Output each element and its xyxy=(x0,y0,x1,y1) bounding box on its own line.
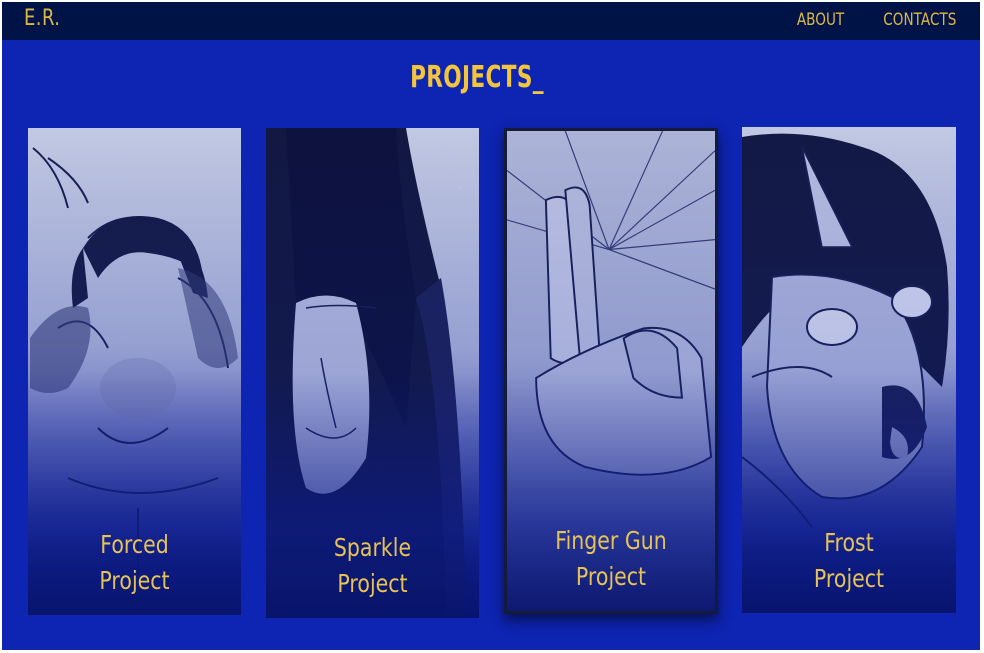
project-title-sparkle: Sparkle Project xyxy=(333,533,412,598)
nav-link-about[interactable]: ABOUT xyxy=(797,10,844,30)
nav-menu: ABOUT CONTACTS xyxy=(785,10,956,30)
nav-link-contacts[interactable]: CONTACTS xyxy=(883,10,956,30)
project-card-frost[interactable]: Frost Project xyxy=(742,127,956,613)
project-card-sparkle[interactable]: Sparkle Project xyxy=(266,128,479,618)
top-navigation-bar: E.R. ABOUT CONTACTS xyxy=(2,2,980,40)
project-title-forced: Forced Project xyxy=(99,530,170,595)
project-title-frost: Frost Project xyxy=(813,528,885,593)
site-logo[interactable]: E.R. xyxy=(24,6,60,31)
project-title-finger-gun: Finger Gun Project xyxy=(555,526,667,591)
page-title: PROJECTS_ xyxy=(410,60,544,95)
project-card-finger-gun[interactable]: Finger Gun Project xyxy=(504,128,718,614)
page-frame: E.R. ABOUT CONTACTS PROJECTS_ Forced Pro… xyxy=(2,2,980,650)
project-card-forced[interactable]: Forced Project xyxy=(28,128,241,615)
